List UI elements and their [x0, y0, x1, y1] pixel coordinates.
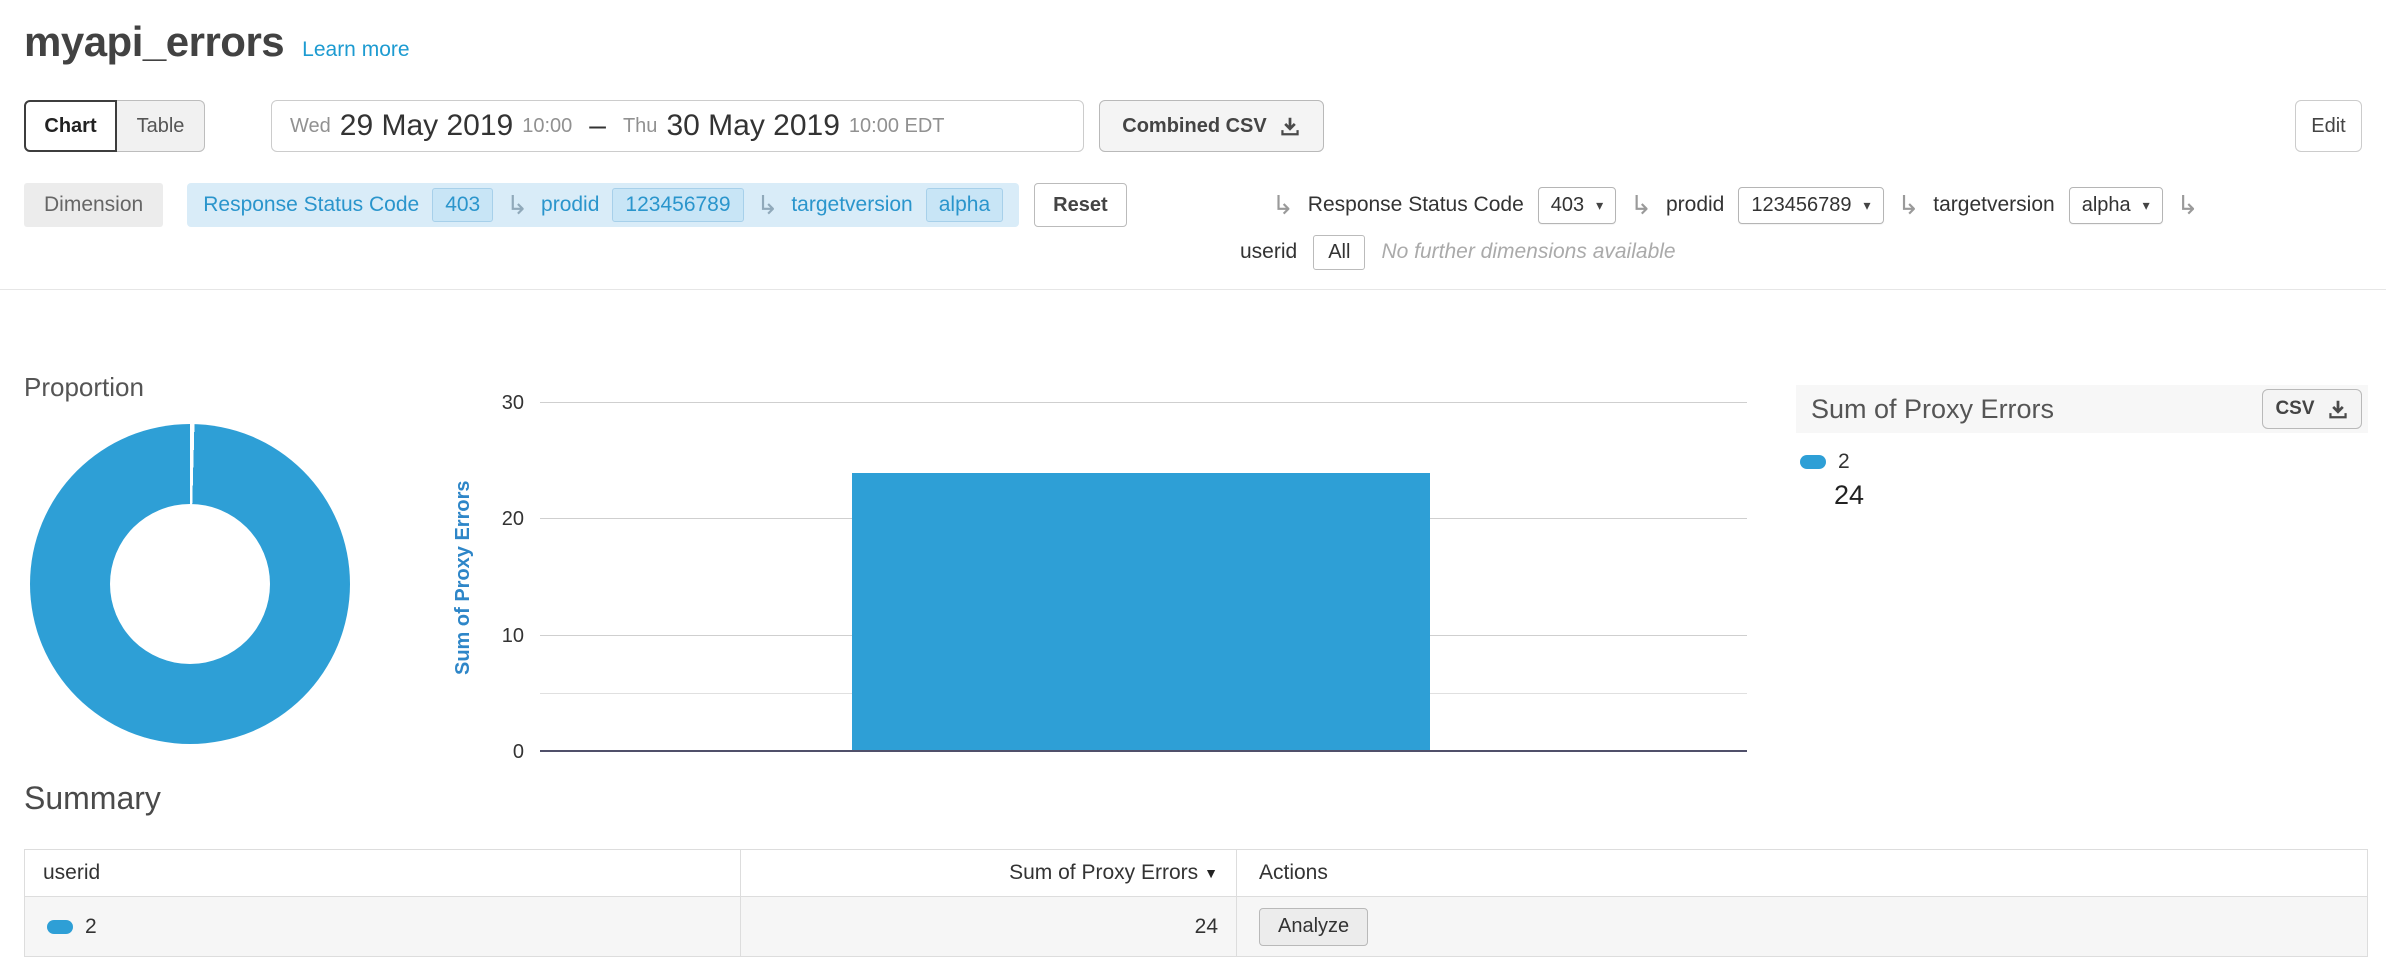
level-down-icon: ↳	[1272, 192, 1294, 218]
view-toggle: Chart Table	[24, 100, 205, 152]
selector-label-prodid: prodid	[1666, 193, 1724, 217]
level-down-icon: ↳	[757, 192, 779, 218]
breadcrumb-name-targetversion: targetversion	[791, 193, 912, 217]
start-day: Wed	[290, 115, 331, 138]
csv-button[interactable]: CSV	[2262, 389, 2362, 429]
cell-actions: Analyze	[1237, 897, 2367, 956]
breadcrumb-value-prodid[interactable]: 123456789	[612, 188, 743, 222]
column-header-sum-label: Sum of Proxy Errors	[1009, 861, 1198, 885]
selector-userid-all[interactable]: All	[1313, 235, 1365, 270]
proportion-chart	[24, 414, 426, 758]
selected-value: 123456789	[1751, 194, 1851, 217]
report-page: myapi_errors Learn more Chart Table Wed …	[0, 0, 2386, 968]
column-header-userid: userid	[25, 850, 741, 896]
legend-panel-header: Sum of Proxy Errors CSV	[1796, 385, 2368, 433]
x-axis-line	[540, 750, 1747, 752]
level-down-icon: ↳	[1630, 192, 1652, 218]
chevron-down-icon: ▾	[1863, 197, 1870, 214]
breadcrumb-value-alpha[interactable]: alpha	[926, 188, 1003, 222]
cell-sum: 24	[741, 897, 1237, 956]
dimension-row: Dimension Response Status Code 403 ↳ pro…	[24, 182, 2362, 228]
cell-userid-value: 2	[85, 915, 97, 939]
donut-hole	[110, 504, 270, 664]
dimension-selectors: ↳ Response Status Code 403 ▾ ↳ prodid 12…	[1272, 182, 2198, 228]
end-day: Thu	[623, 115, 657, 138]
toolbar: Chart Table Wed 29 May 2019 10:00 – Thu …	[24, 100, 2362, 152]
y-tick-label: 20	[502, 509, 524, 529]
y-tick-label: 0	[513, 742, 524, 762]
combined-csv-button[interactable]: Combined CSV	[1099, 100, 1324, 152]
sort-desc-icon: ▼	[1204, 865, 1218, 881]
reset-button[interactable]: Reset	[1034, 183, 1126, 227]
start-date: 29 May 2019	[340, 109, 513, 143]
dimension-row-2: userid All No further dimensions availab…	[1240, 230, 1676, 274]
y-tick-label: 30	[502, 393, 524, 413]
dimension-breadcrumb: Response Status Code 403 ↳ prodid 123456…	[187, 183, 1019, 227]
legend-swatch	[1800, 455, 1826, 469]
selector-label-response-status-code: Response Status Code	[1308, 193, 1524, 217]
legend-swatch	[47, 920, 73, 934]
legend-label: 2	[1838, 450, 1850, 474]
summary-title: Summary	[24, 780, 161, 817]
chevron-down-icon: ▾	[1596, 197, 1603, 214]
combined-csv-label: Combined CSV	[1122, 115, 1266, 138]
download-icon	[1279, 115, 1301, 137]
no-more-dimensions-note: No further dimensions available	[1381, 240, 1675, 264]
edit-button[interactable]: Edit	[2295, 100, 2362, 152]
breadcrumb-value-403[interactable]: 403	[432, 188, 493, 222]
donut-chart[interactable]	[30, 424, 350, 744]
end-time: 10:00 EDT	[849, 115, 945, 138]
summary-table: userid Sum of Proxy Errors ▼ Actions 2 2…	[24, 849, 2368, 957]
csv-label: CSV	[2275, 398, 2314, 420]
summary-table-header: userid Sum of Proxy Errors ▼ Actions	[25, 850, 2367, 896]
breadcrumb-name-response-status-code: Response Status Code	[203, 193, 419, 217]
section-divider	[0, 289, 2386, 290]
selector-label-userid: userid	[1240, 240, 1297, 264]
date-range-picker[interactable]: Wed 29 May 2019 10:00 – Thu 30 May 2019 …	[271, 100, 1084, 152]
column-header-actions: Actions	[1237, 850, 2367, 896]
dimension-label: Dimension	[24, 183, 163, 227]
selected-value: 403	[1551, 194, 1584, 217]
gridline	[540, 402, 1747, 403]
selector-dropdown-response-status-code[interactable]: 403 ▾	[1538, 187, 1616, 224]
legend-item[interactable]: 2	[1800, 450, 2368, 474]
download-icon	[2327, 398, 2349, 420]
selector-dropdown-prodid[interactable]: 123456789 ▾	[1738, 187, 1883, 224]
level-down-icon: ↳	[1898, 192, 1920, 218]
level-down-icon: ↳	[2177, 192, 2199, 218]
selector-label-targetversion: targetversion	[1933, 193, 2054, 217]
table-view-button[interactable]: Table	[117, 100, 205, 152]
legend-value: 24	[1834, 480, 2368, 511]
cell-userid: 2	[25, 897, 741, 956]
analyze-button[interactable]: Analyze	[1259, 908, 1368, 946]
page-title: myapi_errors	[24, 18, 284, 66]
range-separator: –	[589, 109, 606, 143]
column-header-sum[interactable]: Sum of Proxy Errors ▼	[741, 850, 1237, 896]
breadcrumb-name-prodid: prodid	[541, 193, 599, 217]
y-tick-label: 10	[502, 626, 524, 646]
page-header: myapi_errors Learn more	[24, 18, 410, 66]
legend-panel-title: Sum of Proxy Errors	[1811, 394, 2054, 425]
chart-view-button[interactable]: Chart	[24, 100, 117, 152]
y-axis-title: Sum of Proxy Errors	[452, 403, 475, 752]
bar-chart-plot: 0102030	[540, 403, 1747, 752]
bar-sum-of-proxy-errors[interactable]	[852, 473, 1430, 750]
end-date: 30 May 2019	[666, 109, 839, 143]
chevron-down-icon: ▾	[2143, 197, 2150, 214]
learn-more-link[interactable]: Learn more	[302, 38, 409, 62]
start-time: 10:00	[522, 115, 572, 138]
selector-dropdown-targetversion[interactable]: alpha ▾	[2069, 187, 2163, 224]
selected-value: alpha	[2082, 194, 2131, 217]
level-down-icon: ↳	[506, 192, 528, 218]
table-row: 2 24 Analyze	[25, 896, 2367, 956]
legend-panel: Sum of Proxy Errors CSV 2 24	[1796, 385, 2368, 511]
proportion-title: Proportion	[24, 372, 144, 403]
